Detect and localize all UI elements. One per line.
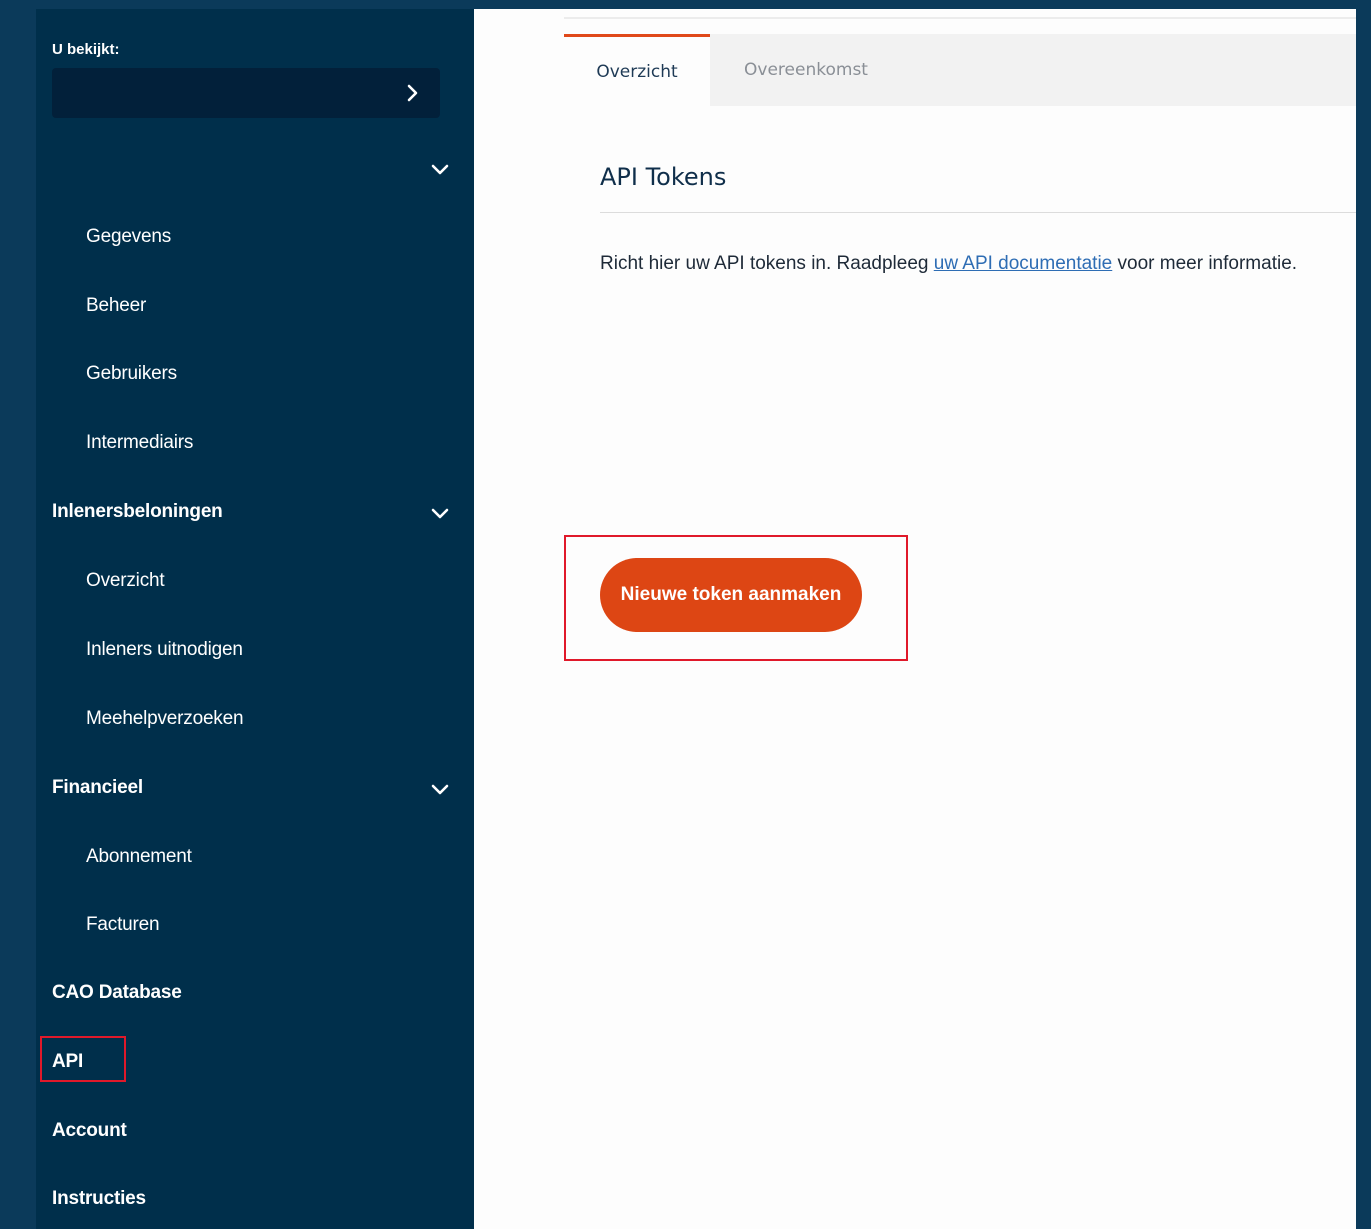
top-divider [564, 17, 1356, 19]
intro-text-after: voor meer informatie. [1112, 253, 1298, 274]
create-token-button[interactable]: Nieuwe token aanmaken [600, 558, 862, 632]
outer-frame-right [1356, 0, 1371, 1229]
chevron-down-icon[interactable] [430, 779, 450, 799]
chevron-right-icon [407, 84, 418, 102]
viewing-label: U bekijkt: [52, 41, 120, 58]
main-content: Overzicht Overeenkomst API Tokens Richt … [474, 9, 1356, 1229]
sidebar-item-gebruikers[interactable]: Gebruikers [86, 363, 177, 385]
api-docs-link[interactable]: uw API documentatie [934, 253, 1113, 274]
sidebar-item-overzicht[interactable]: Overzicht [86, 570, 165, 592]
viewing-selector[interactable] [52, 68, 440, 118]
sidebar-item-beheer[interactable]: Beheer [86, 295, 146, 317]
sidebar-item-inlenersbeloningen[interactable]: Inlenersbeloningen [52, 501, 223, 523]
sidebar-item-api[interactable]: API [52, 1051, 83, 1073]
outer-frame-left [0, 0, 36, 1229]
tab-overzicht[interactable]: Overzicht [564, 34, 710, 106]
sidebar-item-facturen[interactable]: Facturen [86, 914, 160, 936]
sidebar-item-abonnement[interactable]: Abonnement [86, 846, 192, 868]
intro-text: Richt hier uw API tokens in. Raadpleeg u… [600, 253, 1297, 275]
sidebar-item-intermediairs[interactable]: Intermediairs [86, 432, 193, 454]
chevron-down-icon[interactable] [430, 159, 450, 179]
tab-bar: Overzicht Overeenkomst [564, 34, 1356, 106]
sidebar-item-cao-database[interactable]: CAO Database [52, 982, 182, 1004]
sidebar-item-account[interactable]: Account [52, 1120, 127, 1142]
chevron-down-icon[interactable] [430, 503, 450, 523]
sidebar-item-financieel[interactable]: Financieel [52, 777, 143, 799]
sidebar-item-inleners-uitnodigen[interactable]: Inleners uitnodigen [86, 639, 243, 661]
title-divider [600, 212, 1356, 213]
sidebar-item-instructies[interactable]: Instructies [52, 1188, 146, 1210]
tab-overeenkomst[interactable]: Overeenkomst [710, 34, 902, 106]
outer-frame-top [0, 0, 1371, 9]
sidebar: U bekijkt: Gegevens Beheer Gebruikers In… [36, 9, 474, 1229]
page-title: API Tokens [600, 163, 727, 191]
sidebar-item-meehelpverzoeken[interactable]: Meehelpverzoeken [86, 708, 244, 730]
sidebar-item-gegevens[interactable]: Gegevens [86, 226, 171, 248]
intro-text-before: Richt hier uw API tokens in. Raadpleeg [600, 253, 934, 274]
